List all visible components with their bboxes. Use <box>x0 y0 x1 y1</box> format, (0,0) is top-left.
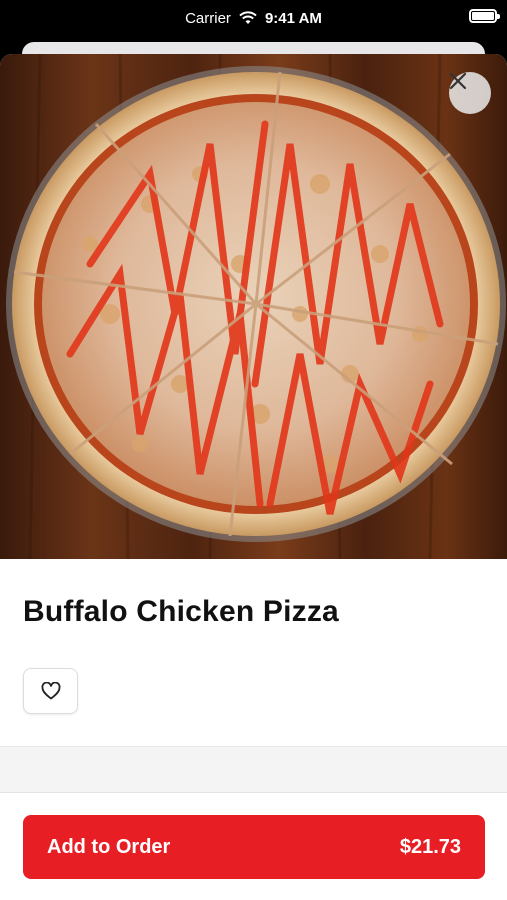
item-detail-sheet: Buffalo Chicken Pizza Add to Order $21.7… <box>0 54 507 900</box>
battery-icon <box>469 9 500 23</box>
order-footer: Add to Order $21.73 <box>0 792 507 900</box>
favorite-button[interactable] <box>23 668 78 714</box>
status-time: 9:41 AM <box>264 9 322 27</box>
carrier-label: Carrier <box>185 9 231 27</box>
add-to-order-button[interactable]: Add to Order $21.73 <box>23 815 485 879</box>
add-to-order-label: Add to Order <box>47 835 171 858</box>
close-icon <box>449 72 467 90</box>
pizza-photo <box>0 54 507 559</box>
heart-icon <box>41 682 60 700</box>
section-divider <box>0 746 507 792</box>
close-button[interactable] <box>449 72 491 114</box>
wifi-icon <box>239 11 257 24</box>
status-bar: Carrier 9:41 AM <box>0 0 507 36</box>
item-title: Buffalo Chicken Pizza <box>23 595 339 628</box>
order-price: $21.73 <box>399 835 461 858</box>
